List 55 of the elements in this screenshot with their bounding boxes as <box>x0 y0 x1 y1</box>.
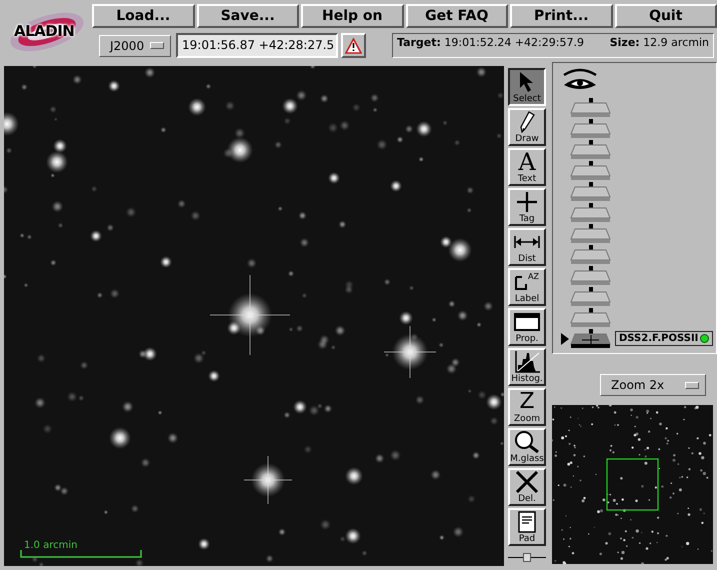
empty-plane-icon[interactable] <box>570 266 611 284</box>
view-frame[interactable] <box>606 458 659 511</box>
tool-button[interactable]: Z Zoom <box>508 388 546 426</box>
frame-dropdown[interactable]: J2000 <box>99 34 171 56</box>
letter-glyph: Z <box>519 391 535 413</box>
tool-button[interactable]: A Text <box>508 148 546 186</box>
tool-button[interactable]: Histog. <box>508 348 546 386</box>
window-icon <box>514 313 540 331</box>
empty-plane-icon[interactable] <box>570 202 611 222</box>
tool-button[interactable]: Draw <box>508 108 546 146</box>
tool-button[interactable]: Tag <box>508 188 546 226</box>
tool-slider[interactable] <box>508 552 546 562</box>
menu-button[interactable]: Quit <box>614 4 717 28</box>
status-dot-icon <box>700 334 710 343</box>
empty-plane-icon[interactable] <box>570 118 611 138</box>
bracket-icon <box>515 274 528 290</box>
plane-label[interactable]: DSS2.F.POSSII <box>615 331 714 346</box>
scale-label: 1.0 arcmin <box>24 540 78 551</box>
empty-plane-icon[interactable] <box>570 160 611 180</box>
warning-icon <box>345 38 362 54</box>
letter-glyph: A <box>518 151 536 173</box>
size-text: Size: 12.9 arcmin <box>610 36 709 49</box>
notepad-icon <box>518 511 536 533</box>
plus-icon <box>516 191 538 213</box>
empty-plane-icon[interactable] <box>570 308 611 326</box>
tool-button[interactable]: M.glass <box>508 428 546 466</box>
histogram-icon <box>514 351 540 373</box>
position-field[interactable]: 19:01:56.87 +42:28:27.5 <box>176 33 338 58</box>
letter-glyph: AZ <box>528 272 539 281</box>
menu-button[interactable]: Print... <box>510 4 612 28</box>
tool-button[interactable]: Dist <box>508 228 546 266</box>
tool-button[interactable]: Select <box>508 68 546 106</box>
target-text: Target: 19:01:52.24 +42:29:57.9 <box>397 36 584 49</box>
empty-plane-icon[interactable] <box>570 98 611 116</box>
menu-button[interactable]: Help on <box>301 4 404 28</box>
slider-thumb[interactable] <box>523 553 531 562</box>
empty-plane-icon[interactable] <box>570 140 611 158</box>
tool-button[interactable]: Del. <box>508 468 546 506</box>
distance-arrow-icon <box>514 234 540 250</box>
warning-button[interactable] <box>341 33 366 58</box>
empty-plane-icon[interactable] <box>570 286 611 306</box>
menu-button[interactable]: Get FAQ <box>406 4 508 28</box>
tool-button[interactable]: Prop. <box>508 308 546 346</box>
menu-button[interactable]: Load... <box>92 4 194 28</box>
cross-icon <box>515 471 539 493</box>
magnifier-icon <box>514 430 540 454</box>
menu-button[interactable]: Save... <box>196 4 299 28</box>
tool-button[interactable]: AZ Label <box>508 268 546 306</box>
empty-plane-icon[interactable] <box>570 244 611 264</box>
zoom-dropdown[interactable]: Zoom 2x <box>600 374 706 396</box>
empty-plane-icon[interactable] <box>570 182 611 200</box>
empty-plane-icon[interactable] <box>570 224 611 242</box>
tool-button[interactable]: Pad <box>508 508 546 546</box>
image-plane-icon[interactable] <box>570 328 611 348</box>
pencil-icon <box>519 111 535 133</box>
